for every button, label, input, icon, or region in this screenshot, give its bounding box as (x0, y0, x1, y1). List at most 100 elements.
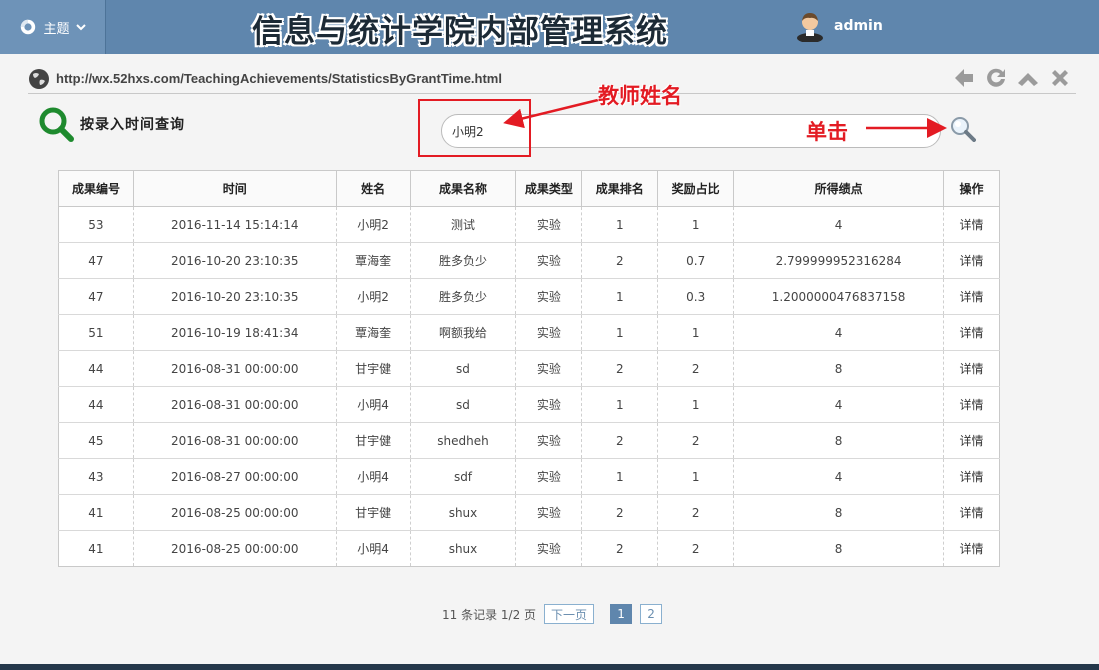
cell-id: 41 (58, 494, 134, 531)
cell-points: 4 (733, 386, 945, 423)
system-title: 信息与统计学院内部管理系统 (252, 14, 668, 50)
table-row: 51 2016-10-19 18:41:34 覃海奎 啊额我给 实验 1 1 4… (58, 314, 1000, 351)
cell-title: 测试 (409, 206, 517, 243)
collapse-up-icon[interactable] (1016, 66, 1040, 90)
avatar (797, 13, 823, 42)
cell-points: 4 (733, 458, 945, 495)
close-icon[interactable] (1048, 66, 1072, 90)
cell-ratio: 1 (657, 386, 735, 423)
cell-name: 甘宇健 (335, 422, 411, 459)
cell-time: 2016-08-27 00:00:00 (132, 458, 337, 495)
cell-type: 实验 (515, 350, 583, 387)
bottom-bar (0, 664, 1099, 670)
cell-name: 小明4 (335, 386, 411, 423)
next-page-button[interactable]: 下一页 (544, 604, 595, 624)
query-title-label: 按录入时间查询 (80, 117, 185, 133)
back-arrow-icon[interactable] (952, 66, 976, 90)
col-header-title: 成果名称 (409, 170, 517, 207)
cell-time: 2016-11-14 15:14:14 (132, 206, 337, 243)
col-header-ratio: 奖励占比 (657, 170, 735, 207)
detail-link[interactable]: 详情 (960, 362, 984, 376)
cell-points: 8 (733, 494, 945, 531)
cell-ratio: 2 (657, 422, 735, 459)
table-row: 45 2016-08-31 00:00:00 甘宇健 shedheh 实验 2 … (58, 422, 1000, 459)
cell-points: 8 (733, 530, 945, 567)
query-section-title: 按录入时间查询 (38, 106, 185, 142)
chevron-down-icon (75, 24, 86, 31)
page-2-button[interactable]: 2 (640, 604, 663, 624)
theme-label: 主题 (43, 21, 70, 37)
annotation-box (418, 99, 531, 157)
cell-name: 甘宇健 (335, 494, 411, 531)
cell-points: 1.2000000476837158 (733, 278, 945, 315)
cell-id: 44 (58, 350, 134, 387)
cell-title: sd (409, 386, 517, 423)
cell-name: 覃海奎 (335, 314, 411, 351)
cell-title: sd (409, 350, 517, 387)
col-header-points: 所得绩点 (733, 170, 945, 207)
cell-ratio: 1 (657, 206, 735, 243)
cell-id: 47 (58, 242, 134, 279)
cell-rank: 2 (581, 350, 659, 387)
cell-type: 实验 (515, 242, 583, 279)
current-url: http://wx.52hxs.com/TeachingAchievements… (56, 71, 502, 86)
cell-points: 8 (733, 422, 945, 459)
cell-title: 胜多负少 (409, 242, 517, 279)
cell-points: 4 (733, 314, 945, 351)
cell-type: 实验 (515, 422, 583, 459)
cell-type: 实验 (515, 278, 583, 315)
theme-menu-button[interactable]: 主题 (0, 0, 106, 54)
table-row: 47 2016-10-20 23:10:35 覃海奎 胜多负少 实验 2 0.7… (58, 242, 1000, 279)
cell-rank: 2 (581, 494, 659, 531)
cell-time: 2016-08-31 00:00:00 (132, 422, 337, 459)
detail-link[interactable]: 详情 (960, 290, 984, 304)
cell-id: 45 (58, 422, 134, 459)
magnifier-icon[interactable] (950, 116, 976, 142)
detail-link[interactable]: 详情 (960, 326, 984, 340)
col-header-name: 姓名 (335, 170, 411, 207)
theme-icon (21, 19, 36, 35)
cell-id: 41 (58, 530, 134, 567)
cell-time: 2016-10-19 18:41:34 (132, 314, 337, 351)
globe-icon (29, 68, 49, 89)
cell-rank: 2 (581, 422, 659, 459)
detail-link[interactable]: 详情 (960, 470, 984, 484)
cell-name: 小明4 (335, 530, 411, 567)
detail-link[interactable]: 详情 (960, 506, 984, 520)
detail-link[interactable]: 详情 (960, 542, 984, 556)
cell-rank: 1 (581, 314, 659, 351)
col-header-rank: 成果排名 (581, 170, 659, 207)
top-header-bar: 主题 信息与统计学院内部管理系统 admin (0, 0, 1099, 54)
cell-ratio: 1 (657, 458, 735, 495)
cell-title: shux (409, 494, 517, 531)
cell-type: 实验 (515, 386, 583, 423)
cell-name: 覃海奎 (335, 242, 411, 279)
cell-ratio: 2 (657, 494, 735, 531)
cell-rank: 2 (581, 530, 659, 567)
url-bar: http://wx.52hxs.com/TeachingAchievements… (28, 64, 1076, 94)
pager-summary: 11 条记录 1/2 页 (442, 607, 537, 622)
pagination: 11 条记录 1/2 页 下一页 1 2 (442, 604, 663, 624)
cell-name: 小明4 (335, 458, 411, 495)
cell-rank: 1 (581, 206, 659, 243)
detail-link[interactable]: 详情 (960, 434, 984, 448)
cell-id: 51 (58, 314, 134, 351)
cell-time: 2016-10-20 23:10:35 (132, 278, 337, 315)
cell-ratio: 2 (657, 350, 735, 387)
cell-time: 2016-08-31 00:00:00 (132, 386, 337, 423)
table-row: 47 2016-10-20 23:10:35 小明2 胜多负少 实验 1 0.3… (58, 278, 1000, 315)
username: admin (834, 18, 883, 34)
detail-link[interactable]: 详情 (960, 398, 984, 412)
table-row: 41 2016-08-25 00:00:00 小明4 shux 实验 2 2 8… (58, 530, 1000, 567)
table-header-row: 成果编号 时间 姓名 成果名称 成果类型 成果排名 奖励占比 所得绩点 操作 (58, 170, 1000, 207)
cell-time: 2016-08-25 00:00:00 (132, 530, 337, 567)
cell-id: 47 (58, 278, 134, 315)
detail-link[interactable]: 详情 (960, 254, 984, 268)
cell-id: 53 (58, 206, 134, 243)
page-1-button[interactable]: 1 (610, 604, 633, 624)
user-info[interactable]: admin (796, 10, 883, 42)
table-row: 44 2016-08-31 00:00:00 小明4 sd 实验 1 1 4 详… (58, 386, 1000, 423)
refresh-icon[interactable] (984, 66, 1008, 90)
detail-link[interactable]: 详情 (960, 218, 984, 232)
col-header-time: 时间 (132, 170, 337, 207)
